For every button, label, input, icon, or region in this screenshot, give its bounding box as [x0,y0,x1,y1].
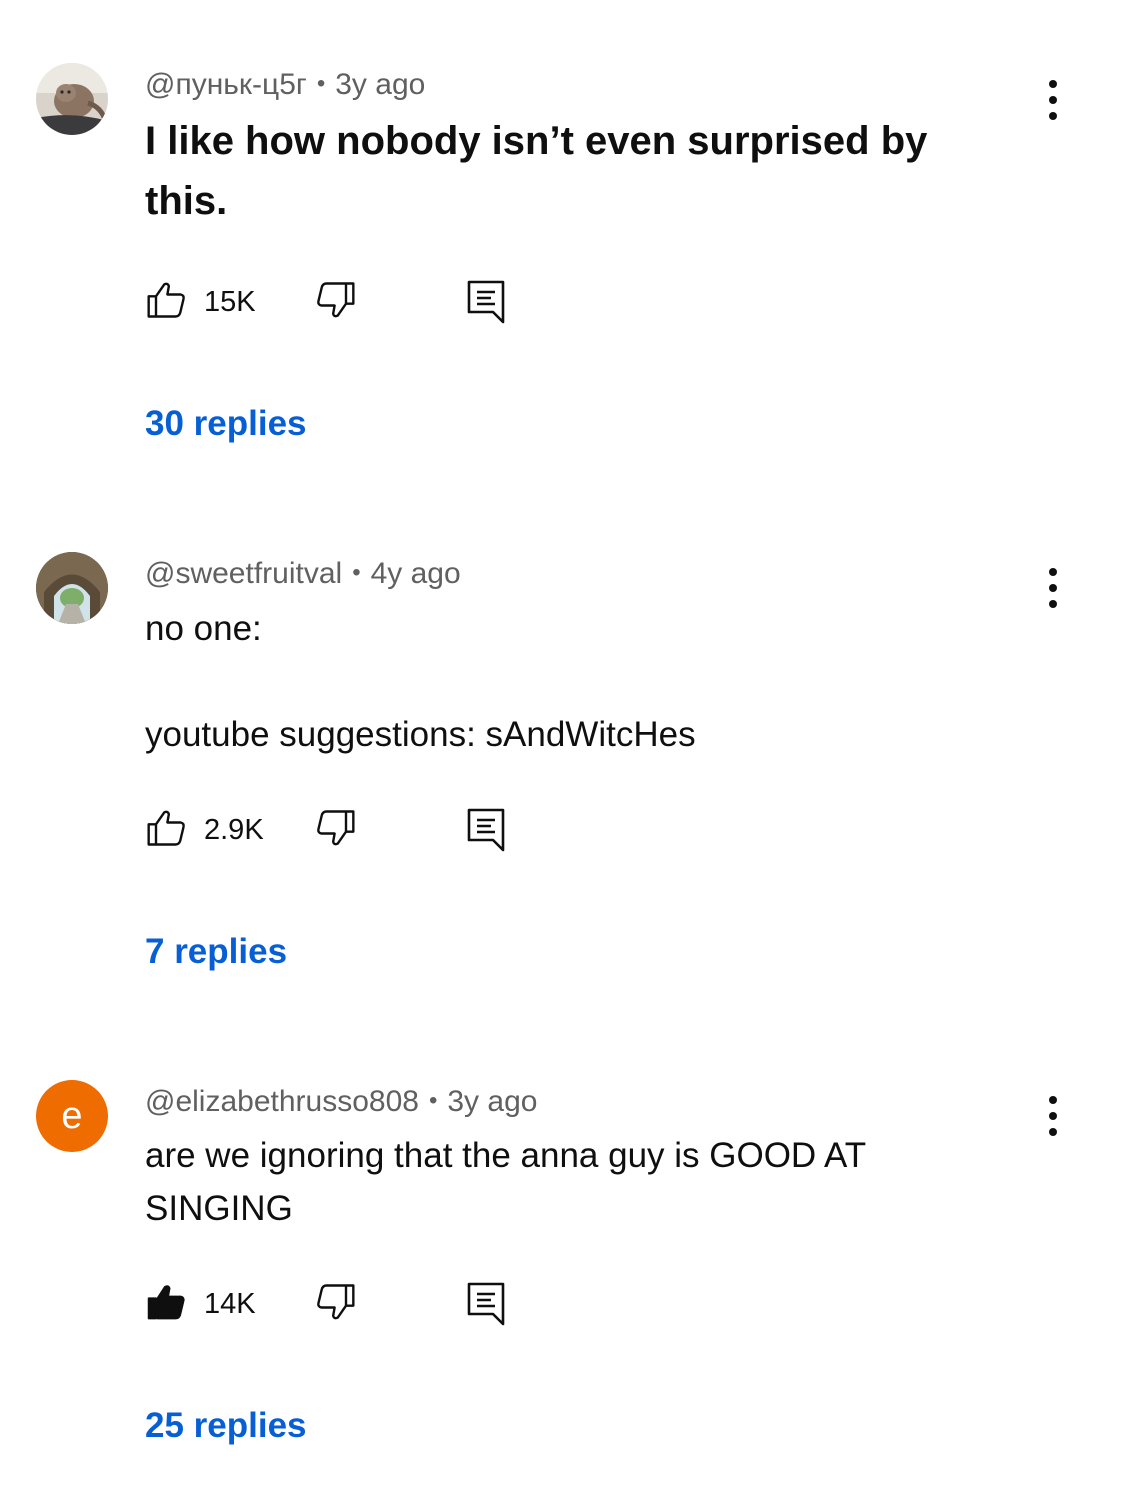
comment: e @elizabethrusso808 • 3y ago are we ignor… [0,0,1125,1500]
comment-actions: 14K [145,1278,525,1328]
reply-button[interactable] [465,1278,509,1328]
separator-dot: • [428,1087,438,1114]
dislike-button[interactable] [313,1278,361,1328]
thumbs-down-icon [317,1284,355,1320]
comment-meta: @elizabethrusso808 • 3y ago [145,1085,537,1119]
more-options-button[interactable] [1036,1092,1070,1140]
more-vert-icon [1049,1096,1057,1136]
like-button[interactable]: 14K [145,1278,275,1328]
like-count: 14K [204,1288,256,1320]
avatar[interactable]: e [36,1080,108,1152]
replies-link[interactable]: 25 replies [145,1406,307,1446]
comment-text: are we ignoring that the anna guy is GOO… [145,1136,866,1228]
thumbs-up-icon [147,1285,185,1320]
reply-icon [467,1282,505,1326]
author-handle[interactable]: @elizabethrusso808 [145,1085,419,1118]
comment-time: 3y ago [447,1085,538,1118]
